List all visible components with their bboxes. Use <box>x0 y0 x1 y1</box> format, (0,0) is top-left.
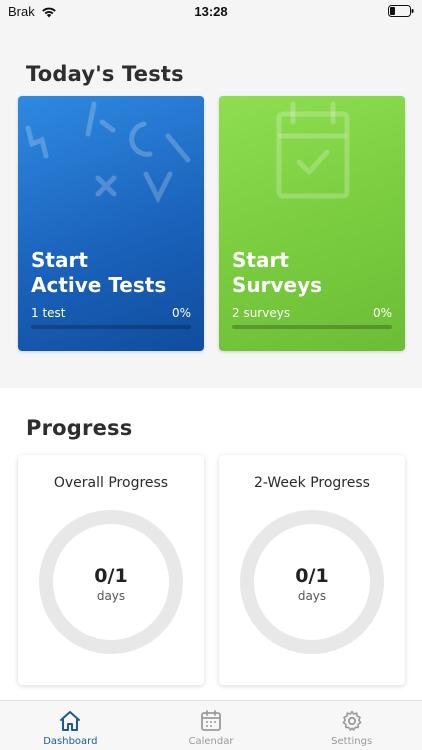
two-week-progress-card[interactable]: 2-Week Progress 0/1 days <box>219 455 405 685</box>
status-bar: Brak 13:28 <box>0 0 422 24</box>
status-time: 13:28 <box>194 4 228 19</box>
todays-tests-section: Today's Tests Start Active Tests 1 test … <box>0 24 422 386</box>
tab-label: Calendar <box>188 736 234 747</box>
tab-bar: Dashboard Calendar Settings <box>0 700 422 750</box>
tab-calendar[interactable]: Calendar <box>141 701 282 750</box>
tab-dashboard[interactable]: Dashboard <box>0 701 141 750</box>
progress-value: 0/1 <box>94 565 128 587</box>
tile-title: Start Active Tests <box>31 248 167 297</box>
overall-progress-card[interactable]: Overall Progress 0/1 days <box>18 455 204 685</box>
progress-title: Progress <box>26 416 133 440</box>
todays-tests-title: Today's Tests <box>26 62 184 86</box>
progress-section: Progress Overall Progress 0/1 days 2-Wee… <box>0 388 422 700</box>
card-title: Overall Progress <box>53 475 169 491</box>
home-icon <box>60 711 81 731</box>
clipboard-check-icon <box>276 101 350 199</box>
tile-percent: 0% <box>372 306 392 320</box>
tile-count: 2 surveys <box>232 306 291 320</box>
card-title: 2-Week Progress <box>254 475 370 491</box>
start-surveys-tile[interactable]: Start Surveys 2 surveys 0% <box>219 96 405 351</box>
tile-count: 1 test <box>31 306 66 320</box>
tile-percent: 0% <box>171 306 191 320</box>
status-right <box>388 5 414 17</box>
tile-progress-bar <box>232 325 392 329</box>
progress-unit: days <box>96 589 126 603</box>
tab-settings[interactable]: Settings <box>281 701 422 750</box>
gear-icon <box>342 710 362 731</box>
battery-icon <box>388 5 414 17</box>
tile-progress-bar <box>31 325 191 329</box>
tile-title: Start Surveys <box>232 248 323 297</box>
math-symbols-icon <box>25 101 191 204</box>
calendar-icon <box>201 710 221 731</box>
tab-label: Settings <box>331 736 373 747</box>
progress-unit: days <box>297 589 327 603</box>
start-active-tests-tile[interactable]: Start Active Tests 1 test 0% <box>18 96 204 351</box>
tab-label: Dashboard <box>43 736 98 747</box>
progress-value: 0/1 <box>295 565 329 587</box>
